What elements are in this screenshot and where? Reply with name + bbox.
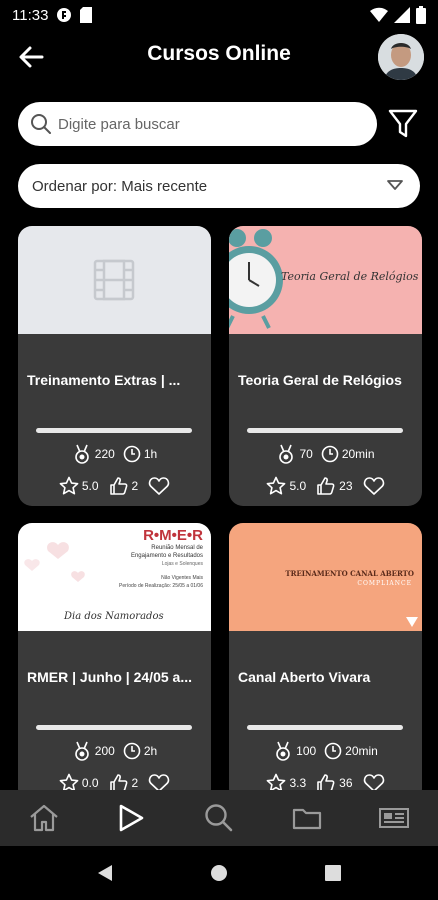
course-duration: 2h xyxy=(143,744,158,758)
page-title: Cursos Online xyxy=(147,42,291,65)
course-duration: 20min xyxy=(345,744,378,758)
newspaper-icon xyxy=(379,808,410,828)
wifi-icon xyxy=(370,7,388,23)
filter-icon[interactable] xyxy=(388,108,418,140)
course-card[interactable]: Treinamento Extras | ... 220 1h 5.0 2 xyxy=(18,226,211,506)
app-header: Cursos Online xyxy=(0,30,438,82)
clock-icon xyxy=(324,742,342,760)
status-bar: 11:33 xyxy=(0,0,438,30)
signal-icon xyxy=(394,7,410,23)
heart-icon[interactable] xyxy=(363,476,385,496)
sd-card-icon xyxy=(80,7,93,23)
clock-icon xyxy=(123,445,141,463)
course-rating: 5.0 xyxy=(81,479,99,493)
nav-home[interactable] xyxy=(24,798,64,838)
course-progress-bar xyxy=(36,725,192,730)
course-likes: 2 xyxy=(131,776,139,790)
nav-courses[interactable] xyxy=(111,798,151,838)
thumbnail-footer: Dia dos Namorados xyxy=(64,611,164,622)
course-progress-bar xyxy=(36,428,192,433)
nav-search[interactable] xyxy=(199,798,239,838)
thumbnail-line: Período de Realização: 25/05 a 01/06 xyxy=(119,583,203,589)
thumbnail-line: TREINAMENTO CANAL ABERTO xyxy=(285,569,414,578)
app-notification-icon xyxy=(57,8,72,22)
search-input[interactable] xyxy=(58,115,348,133)
sort-label: Ordenar por: Mais recente xyxy=(32,177,208,195)
course-progress-bar xyxy=(247,428,403,433)
course-title: Canal Aberto Vivara xyxy=(238,669,371,685)
clock-icon xyxy=(123,742,141,760)
star-icon[interactable] xyxy=(59,476,79,496)
video-placeholder-icon xyxy=(93,259,135,301)
course-thumbnail: Teoria Geral de Relógios xyxy=(229,226,422,334)
thumbnail-line: Lojas e Solenques xyxy=(161,561,203,567)
star-icon[interactable] xyxy=(266,476,286,496)
bottom-navigation xyxy=(0,790,438,846)
battery-icon xyxy=(416,6,426,24)
medal-icon xyxy=(279,444,294,464)
dropdown-triangle-icon xyxy=(387,180,403,190)
course-rating: 0.0 xyxy=(81,776,99,790)
course-card[interactable]: TREINAMENTO CANAL ABERTO COMPLIANCE Cana… xyxy=(229,523,422,803)
course-card[interactable]: Teoria Geral de Relógios Teoria Geral de… xyxy=(229,226,422,506)
thumbnail-text: Teoria Geral de Relógios xyxy=(281,270,419,283)
course-thumbnail: R•M•E•R Reunião Mensal de Engajamento e … xyxy=(18,523,211,631)
search-icon xyxy=(205,804,233,832)
thumbnail-line: Não Vigentes Mais xyxy=(161,575,203,581)
course-thumbnail: TREINAMENTO CANAL ABERTO COMPLIANCE xyxy=(229,523,422,631)
sort-select[interactable]: Ordenar por: Mais recente xyxy=(18,164,420,208)
thumbnail-brand: R•M•E•R xyxy=(143,527,203,544)
system-recents-icon[interactable] xyxy=(324,864,342,882)
course-likes: 2 xyxy=(131,479,139,493)
course-rating: 5.0 xyxy=(289,479,307,493)
home-icon xyxy=(30,804,58,832)
course-title: RMER | Junho | 24/05 a... xyxy=(27,669,192,685)
status-time: 11:33 xyxy=(12,6,49,24)
user-photo xyxy=(378,34,424,80)
system-back-icon[interactable] xyxy=(96,863,114,883)
thumbs-up-icon[interactable] xyxy=(109,476,129,496)
course-title: Teoria Geral de Relógios xyxy=(238,372,402,388)
medal-icon xyxy=(74,741,89,761)
thumbnail-line: Engajamento e Resultados xyxy=(130,553,203,559)
heart-icon[interactable] xyxy=(148,476,170,496)
course-duration: 1h xyxy=(143,447,158,461)
course-card[interactable]: R•M•E•R Reunião Mensal de Engajamento e … xyxy=(18,523,211,803)
system-navigation-bar xyxy=(0,846,438,900)
course-progress-bar xyxy=(247,725,403,730)
search-icon xyxy=(31,114,51,134)
course-duration: 20min xyxy=(341,447,375,461)
course-thumbnail xyxy=(18,226,211,334)
nav-folder[interactable] xyxy=(287,798,327,838)
medal-icon xyxy=(276,741,290,761)
avatar[interactable] xyxy=(378,34,424,80)
system-home-icon[interactable] xyxy=(210,864,228,882)
folder-icon xyxy=(292,808,321,830)
play-icon xyxy=(120,804,144,832)
thumbnail-line: COMPLIANCE xyxy=(357,580,412,587)
course-points: 70 xyxy=(299,447,313,461)
medal-icon xyxy=(74,444,89,464)
clock-icon xyxy=(321,445,339,463)
course-rating: 3.3 xyxy=(289,776,307,790)
course-likes: 23 xyxy=(339,479,353,493)
video-marker-icon xyxy=(406,617,418,627)
nav-news[interactable] xyxy=(374,798,414,838)
course-likes: 36 xyxy=(339,776,353,790)
course-title: Treinamento Extras | ... xyxy=(27,372,181,388)
course-points: 200 xyxy=(94,744,115,758)
course-points: 100 xyxy=(296,744,317,758)
course-points: 220 xyxy=(94,447,115,461)
thumbnail-line: Reunião Mensal de xyxy=(151,545,203,551)
thumbs-up-icon[interactable] xyxy=(316,476,336,496)
search-bar[interactable] xyxy=(18,102,377,146)
